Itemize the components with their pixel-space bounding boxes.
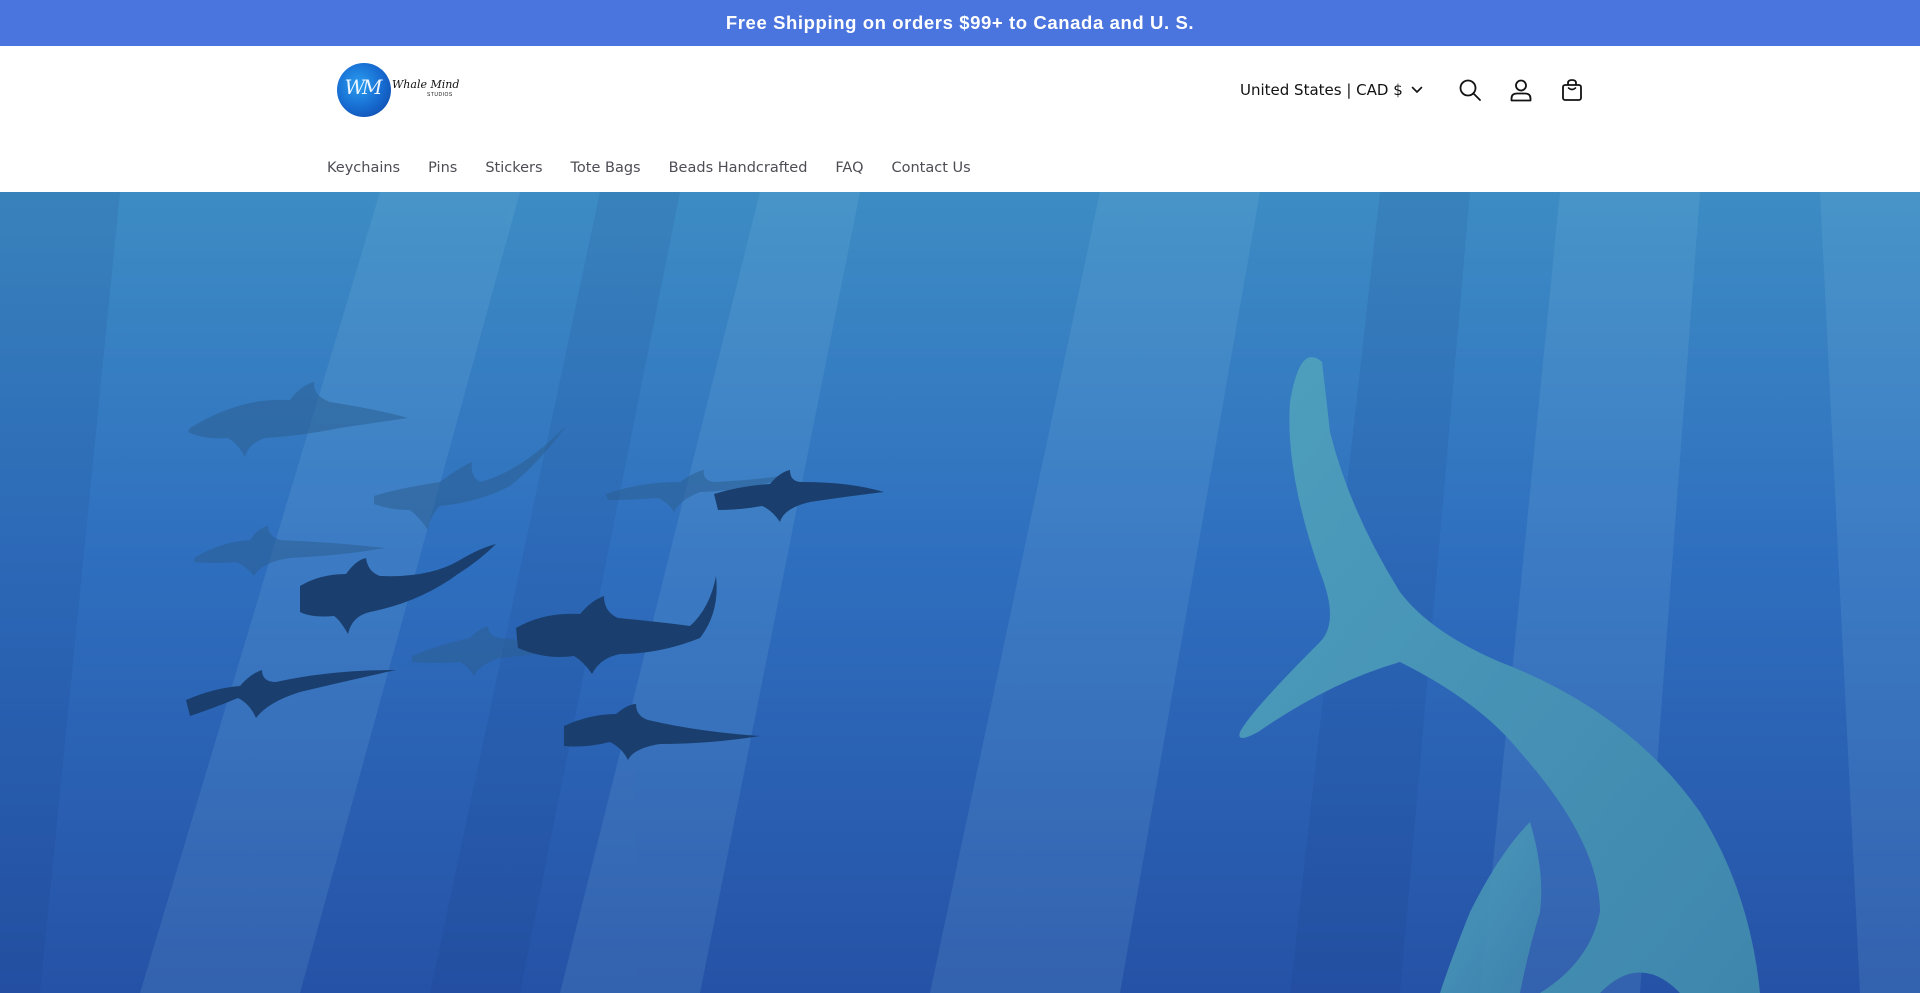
main-navigation: Keychains Pins Stickers Tote Bags Beads … <box>327 156 999 180</box>
account-icon <box>1510 79 1532 102</box>
nav-item-keychains[interactable]: Keychains <box>327 160 400 176</box>
cart-icon <box>1562 79 1582 101</box>
hero-banner <box>0 192 1920 993</box>
nav-item-contact-us[interactable]: Contact Us <box>892 160 971 176</box>
site-header: WM Whale Mind STUDIOS United States | CA… <box>0 46 1920 192</box>
nav-item-stickers[interactable]: Stickers <box>485 160 542 176</box>
logo-monogram: WM <box>344 75 382 99</box>
nav-item-beads-handcrafted[interactable]: Beads Handcrafted <box>669 160 808 176</box>
search-icon <box>1459 79 1481 101</box>
nav-item-faq[interactable]: FAQ <box>835 160 863 176</box>
hero-image <box>0 192 1920 993</box>
logo-subtext: STUDIOS <box>427 92 453 98</box>
locale-label: United States | CAD $ <box>1240 81 1403 99</box>
country-currency-selector[interactable]: United States | CAD $ <box>1240 78 1423 102</box>
cart-button[interactable] <box>1555 73 1589 107</box>
nav-item-pins[interactable]: Pins <box>428 160 457 176</box>
account-button[interactable] <box>1504 73 1538 107</box>
announcement-bar: Free Shipping on orders $99+ to Canada a… <box>0 0 1920 46</box>
logo[interactable]: WM Whale Mind STUDIOS <box>335 60 460 118</box>
chevron-down-icon <box>1411 86 1423 93</box>
logo-wordmark: Whale Mind <box>392 78 460 91</box>
nav-item-tote-bags[interactable]: Tote Bags <box>571 160 641 176</box>
search-button[interactable] <box>1453 73 1487 107</box>
announcement-text: Free Shipping on orders $99+ to Canada a… <box>725 12 1195 33</box>
